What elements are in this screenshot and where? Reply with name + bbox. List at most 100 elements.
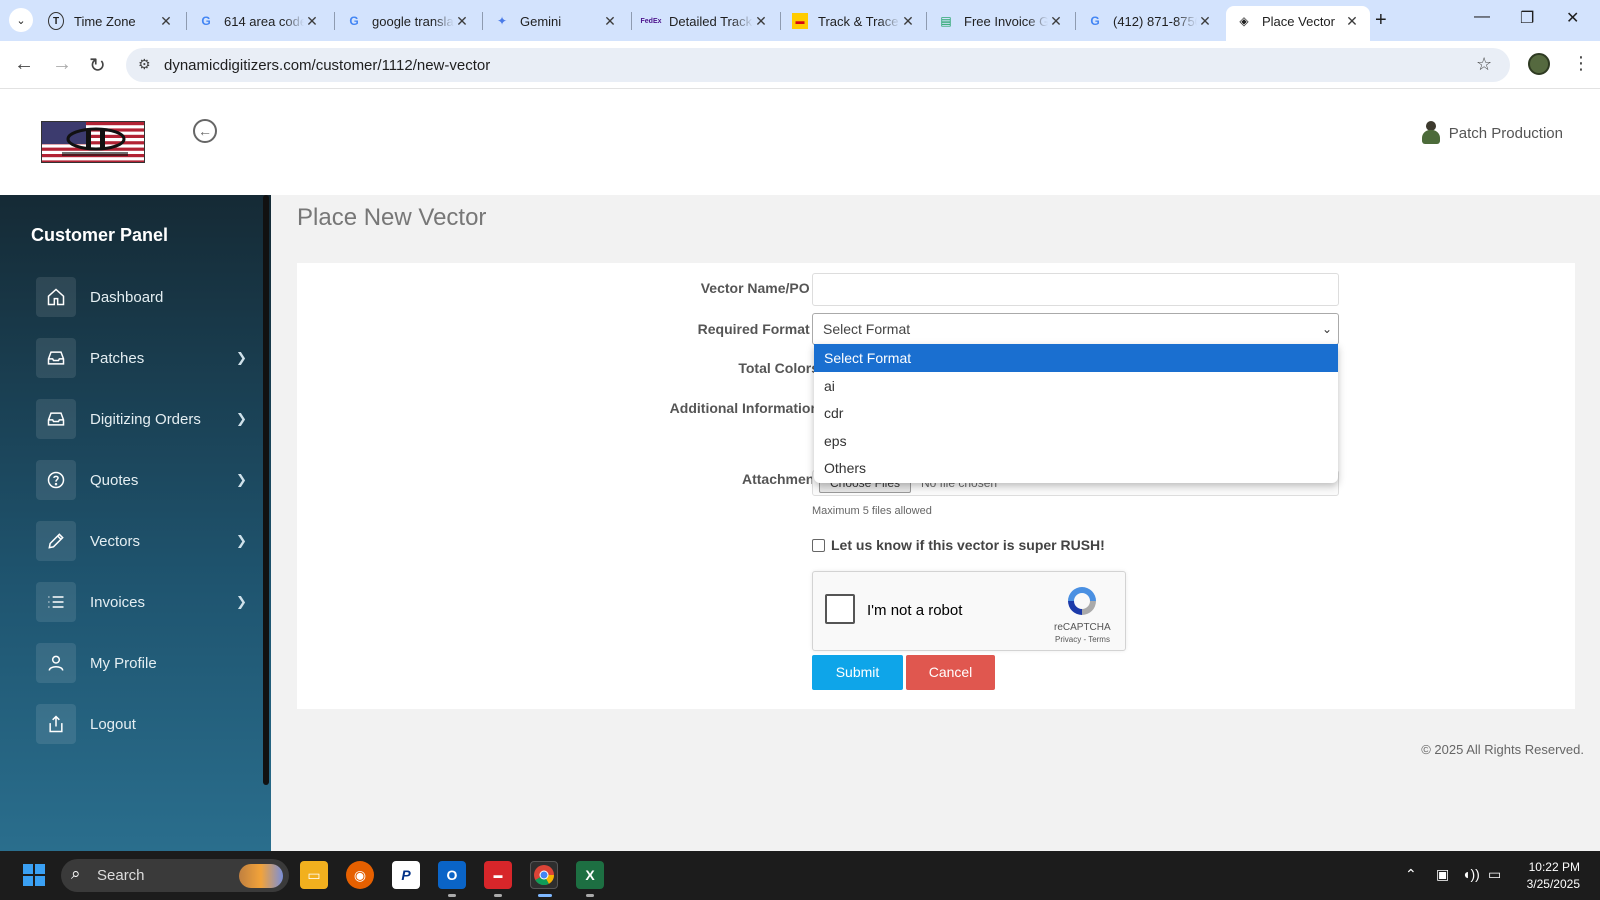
format-select[interactable]: Select Format ⌄ bbox=[812, 313, 1339, 345]
back-circle-icon[interactable]: ← bbox=[193, 119, 217, 143]
window-close-icon[interactable]: ✕ bbox=[1566, 8, 1579, 28]
sidebar-item-digitizing-orders[interactable]: Digitizing Orders ❯ bbox=[36, 399, 247, 439]
tab-close-icon[interactable]: ✕ bbox=[158, 13, 174, 30]
restore-icon[interactable]: ❐ bbox=[1520, 8, 1534, 28]
outlook-icon[interactable]: O bbox=[438, 861, 466, 889]
excel-icon[interactable]: X bbox=[576, 861, 604, 889]
reload-icon[interactable]: ↻ bbox=[89, 53, 106, 78]
tab-close-icon[interactable]: ✕ bbox=[454, 13, 470, 30]
browser-tab[interactable]: ▬ Track & Trace ✕ bbox=[782, 6, 926, 36]
firefox-icon[interactable]: ◉ bbox=[346, 861, 374, 889]
dhl-favicon-icon: ▬ bbox=[792, 13, 808, 29]
google-favicon-icon: G bbox=[349, 14, 359, 28]
submit-button[interactable]: Submit bbox=[812, 655, 903, 690]
gemini-favicon-icon: ✦ bbox=[496, 14, 508, 28]
back-arrow-icon[interactable]: ← bbox=[14, 53, 34, 76]
sidebar-item-my-profile[interactable]: My Profile bbox=[36, 643, 246, 683]
browser-tab[interactable]: ✦ Gemini ✕ bbox=[484, 6, 628, 36]
attachment-label: Attachment bbox=[741, 471, 819, 487]
rush-label[interactable]: Let us know if this vector is super RUSH… bbox=[831, 537, 1105, 553]
battery-icon[interactable]: ▭ bbox=[1488, 866, 1501, 883]
recaptcha-checkbox[interactable] bbox=[825, 594, 855, 624]
chevron-down-icon: ⌄ bbox=[1321, 322, 1332, 336]
google-favicon-icon: G bbox=[1090, 14, 1100, 28]
format-option[interactable]: ai bbox=[814, 372, 1338, 400]
tab-close-icon[interactable]: ✕ bbox=[304, 13, 320, 30]
rush-checkbox[interactable] bbox=[812, 538, 825, 552]
new-tab-icon[interactable]: + bbox=[1375, 9, 1387, 32]
format-option[interactable]: cdr bbox=[814, 399, 1338, 427]
minimize-icon[interactable]: — bbox=[1474, 8, 1490, 26]
sidebar-scrollbar[interactable] bbox=[263, 195, 269, 785]
google-favicon-icon: G bbox=[201, 14, 211, 28]
clock-time: 10:22 PM bbox=[1528, 860, 1580, 874]
taskbar-clock[interactable]: 10:22 PM 3/25/2025 bbox=[1527, 859, 1580, 893]
sheets-favicon-icon: ▤ bbox=[940, 14, 952, 28]
bookmark-star-icon[interactable]: ☆ bbox=[1476, 54, 1492, 75]
vector-name-input[interactable] bbox=[812, 273, 1339, 306]
url-field[interactable]: ⚙ dynamicdigitizers.com/customer/1112/ne… bbox=[126, 48, 1510, 82]
site-logo[interactable] bbox=[41, 121, 145, 163]
cancel-button[interactable]: Cancel bbox=[906, 655, 995, 690]
sidebar-item-label: Quotes bbox=[90, 471, 139, 489]
profile-avatar-icon[interactable] bbox=[1528, 53, 1550, 75]
sidebar-item-logout[interactable]: Logout bbox=[36, 704, 246, 744]
browser-tab[interactable]: G 614 area code ✕ bbox=[188, 6, 330, 36]
tab-search-chevron-icon[interactable]: ⌄ bbox=[9, 8, 33, 32]
tab-title: Place Vector bbox=[1262, 13, 1335, 29]
paypal-icon[interactable]: P bbox=[392, 861, 420, 889]
recaptcha-label: I'm not a robot bbox=[867, 602, 963, 619]
tab-close-icon[interactable]: ✕ bbox=[753, 13, 769, 30]
browser-tab[interactable]: FedEx Detailed Tracking ✕ bbox=[633, 6, 779, 36]
sidebar-item-label: Logout bbox=[90, 715, 136, 733]
forward-arrow-icon[interactable]: → bbox=[52, 53, 72, 76]
colors-label: Total Colors bbox=[738, 360, 819, 376]
format-option[interactable]: Others bbox=[814, 454, 1338, 482]
sidebar-item-vectors[interactable]: Vectors ❯ bbox=[36, 521, 247, 561]
sidebar-item-invoices[interactable]: Invoices ❯ bbox=[36, 582, 247, 622]
browser-tab[interactable]: ▤ Free Invoice Generator ✕ bbox=[928, 6, 1074, 36]
home-icon bbox=[36, 277, 76, 317]
format-dropdown: Select Format ai cdr eps Others bbox=[814, 344, 1338, 483]
browser-menu-icon[interactable]: ⋮ bbox=[1572, 53, 1590, 74]
tray-chevron-up-icon[interactable]: ⌃ bbox=[1405, 866, 1417, 883]
format-select-value: Select Format bbox=[823, 321, 911, 337]
volume-icon[interactable]: ◖)) bbox=[1462, 866, 1480, 882]
format-option[interactable]: eps bbox=[814, 427, 1338, 455]
recaptcha-links[interactable]: Privacy - Terms bbox=[1055, 635, 1110, 644]
format-option[interactable]: Select Format bbox=[814, 344, 1338, 372]
sidebar-title: Customer Panel bbox=[31, 225, 169, 245]
network-icon[interactable]: ▣ bbox=[1436, 866, 1449, 883]
site-favicon-icon: ◈ bbox=[1239, 14, 1249, 28]
chevron-right-icon: ❯ bbox=[236, 533, 247, 548]
tab-title: Free Invoice Generator bbox=[964, 13, 1048, 29]
user-name[interactable]: Patch Production bbox=[1449, 125, 1563, 142]
tab-close-icon[interactable]: ✕ bbox=[1197, 13, 1213, 30]
taskbar-search[interactable]: ⌕ Search bbox=[61, 859, 289, 892]
rush-option[interactable]: Let us know if this vector is super RUSH… bbox=[812, 537, 1105, 553]
browser-tab[interactable]: G google translate ✕ bbox=[336, 6, 480, 36]
page-title: Place New Vector bbox=[297, 204, 487, 231]
windows-start-icon[interactable] bbox=[20, 861, 48, 889]
site-info-icon[interactable]: ⚙ bbox=[138, 56, 151, 73]
url-text[interactable]: dynamicdigitizers.com/customer/1112/new-… bbox=[164, 57, 490, 74]
footer-copyright: © 2025 All Rights Reserved. bbox=[1421, 742, 1584, 757]
inbox-icon bbox=[36, 399, 76, 439]
sidebar-item-dashboard[interactable]: Dashboard bbox=[36, 277, 246, 317]
browser-tab[interactable]: T Time Zone ✕ bbox=[38, 6, 184, 36]
file-explorer-icon[interactable]: ▭ bbox=[300, 861, 328, 889]
tab-close-icon[interactable]: ✕ bbox=[602, 13, 618, 30]
tab-close-icon[interactable]: ✕ bbox=[1344, 13, 1360, 30]
tab-close-icon[interactable]: ✕ bbox=[900, 13, 916, 30]
sidebar-item-patches[interactable]: Patches ❯ bbox=[36, 338, 247, 378]
user-menu[interactable]: Patch Production bbox=[1421, 121, 1563, 145]
chrome-icon[interactable] bbox=[530, 861, 558, 889]
flag-logo-icon bbox=[42, 122, 144, 162]
tab-close-icon[interactable]: ✕ bbox=[1048, 13, 1064, 30]
browser-tab-active[interactable]: ◈ Place Vector ✕ bbox=[1226, 6, 1370, 41]
clock-date: 3/25/2025 bbox=[1526, 877, 1580, 891]
tab-title: (412) 871-8750 bbox=[1113, 13, 1197, 29]
app-icon[interactable]: ▬ bbox=[484, 861, 512, 889]
sidebar-item-quotes[interactable]: Quotes ❯ bbox=[36, 460, 247, 500]
browser-tab[interactable]: G (412) 871-8750 ✕ bbox=[1077, 6, 1223, 36]
